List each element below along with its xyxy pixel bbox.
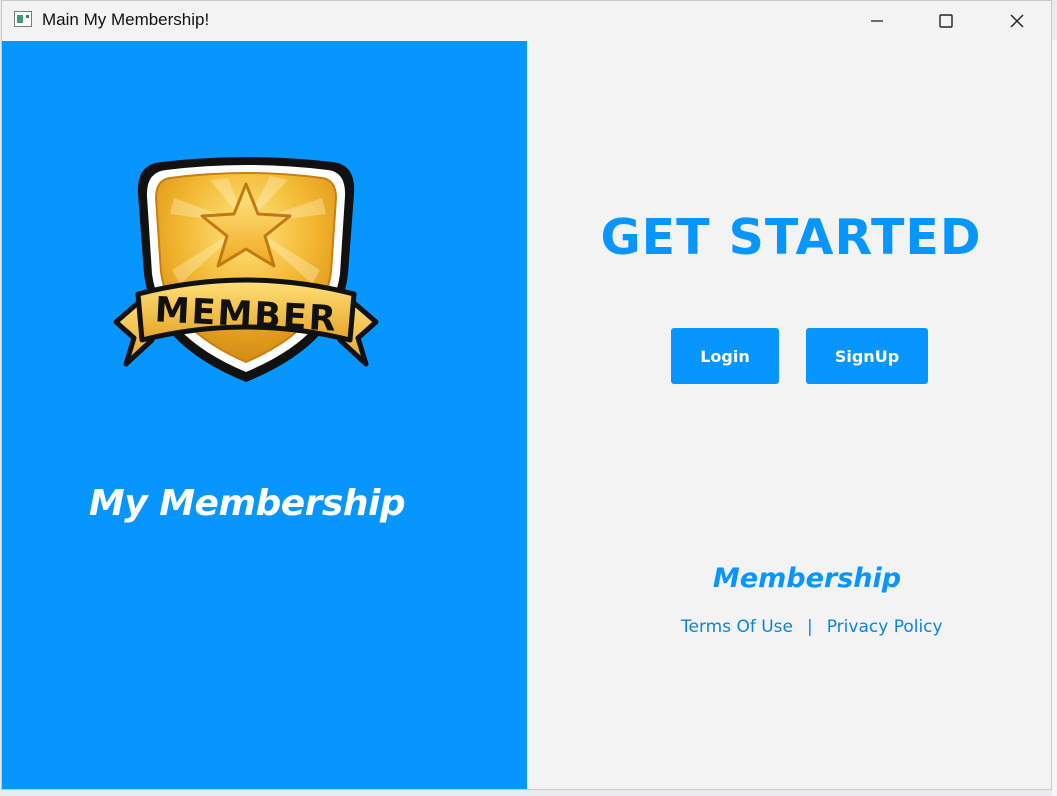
app-icon	[14, 11, 32, 27]
minimize-icon	[871, 20, 883, 22]
login-button[interactable]: Login	[671, 328, 779, 384]
signup-button[interactable]: SignUp	[806, 328, 928, 384]
brand-title: My Membership	[88, 483, 406, 524]
maximize-icon	[939, 14, 953, 28]
terms-of-use-link[interactable]: Terms Of Use	[681, 617, 793, 637]
footer-brand: Membership	[712, 563, 902, 594]
close-button[interactable]	[982, 1, 1051, 41]
maximize-button[interactable]	[911, 1, 981, 41]
title-bar[interactable]: Main My Membership!	[2, 1, 1051, 41]
privacy-policy-link[interactable]: Privacy Policy	[827, 617, 943, 637]
member-badge-logo: MEMBER	[113, 157, 379, 382]
background-edge	[1052, 40, 1057, 796]
link-separator: |	[807, 617, 813, 637]
close-icon	[1010, 14, 1024, 28]
minimize-button[interactable]	[842, 1, 912, 41]
window-title: Main My Membership!	[42, 10, 210, 29]
app-window: Main My Membership! MEMBER My Membership…	[1, 0, 1052, 790]
footer-links: Terms Of Use | Privacy Policy	[681, 615, 943, 639]
left-panel: MEMBER My Membership	[2, 41, 527, 789]
right-panel: GET STARTED Login SignUp Membership Term…	[527, 41, 1051, 789]
get-started-heading: GET STARTED	[600, 209, 982, 266]
